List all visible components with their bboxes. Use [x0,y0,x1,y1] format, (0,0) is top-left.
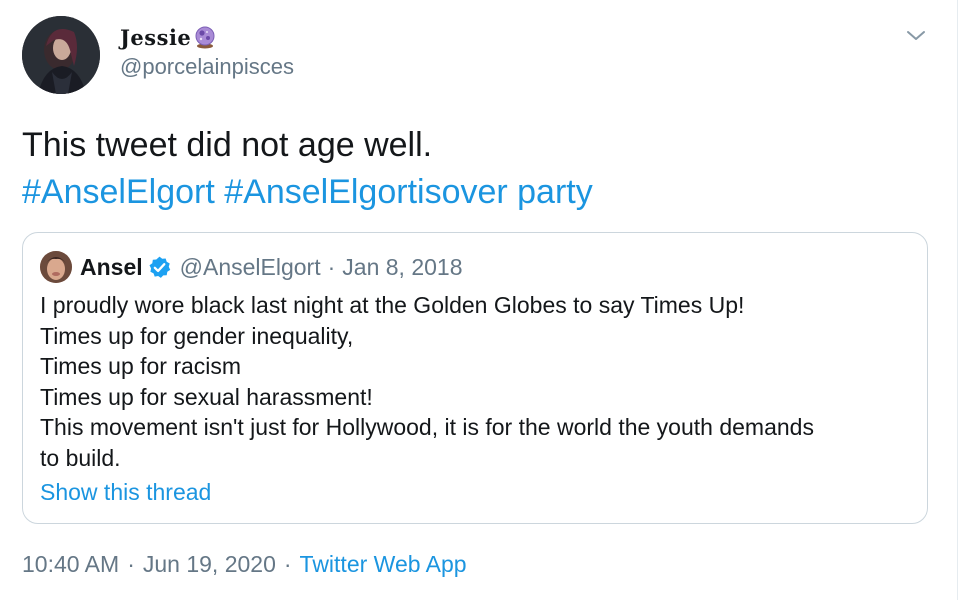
profile-photo [40,251,72,283]
verified-badge-icon [147,255,172,280]
author-avatar[interactable] [22,16,100,94]
hashtag-link[interactable]: #AnselElgortisover party [224,173,593,211]
quoted-tweet-line: Times up for sexual harassment! [40,383,373,410]
show-thread-link[interactable]: Show this thread [40,479,211,506]
quoted-tweet-text: I proudly wore black last night at the G… [40,290,920,473]
tweet-metadata: 10:40 AM · Jun 19, 2020 · Twitter Web Ap… [22,551,467,578]
profile-photo [22,16,100,94]
quoted-tweet-header: Ansel @AnselElgort · Jan 8, 2018 [40,251,463,283]
chevron-down-icon[interactable] [904,26,928,46]
crystal-ball-icon [193,25,217,49]
quoted-tweet-card[interactable]: Ansel @AnselElgort · Jan 8, 2018 I proud… [22,232,928,524]
author-handle[interactable]: @porcelainpisces [120,54,294,80]
tweet-source-link[interactable]: Twitter Web App [300,551,467,578]
tweet-body: This tweet did not age well. [22,126,433,164]
quoted-author-avatar[interactable] [40,251,72,283]
quoted-tweet-date[interactable]: Jan 8, 2018 [342,254,462,281]
author-name-text: Jessie [120,24,192,50]
quoted-author-name[interactable]: Ansel [80,254,143,281]
separator-dot: · [283,551,292,577]
quoted-tweet-line: I proudly wore black last night at the G… [40,292,745,318]
quoted-tweet-line: to build. [40,444,121,471]
separator-dot: · [327,253,336,280]
tweet-text: This tweet did not age well. #AnselElgor… [22,122,593,216]
quoted-tweet-line: This movement isn't just for Hollywood, … [40,414,814,440]
separator-dot: · [127,551,135,577]
tweet-date[interactable]: Jun 19, 2020 [143,551,276,578]
quoted-author-handle[interactable]: @AnselElgort [180,254,321,281]
hashtag-link[interactable]: #AnselElgort [22,173,215,211]
author-display-name[interactable]: Jessie [120,22,217,52]
tweet-time[interactable]: 10:40 AM [22,551,119,578]
quoted-tweet-line: Times up for racism [40,353,242,379]
tweet-hashtags: #AnselElgort #AnselElgortisover party [22,169,593,216]
quoted-tweet-line: Times up for gender inequality, [40,322,354,349]
